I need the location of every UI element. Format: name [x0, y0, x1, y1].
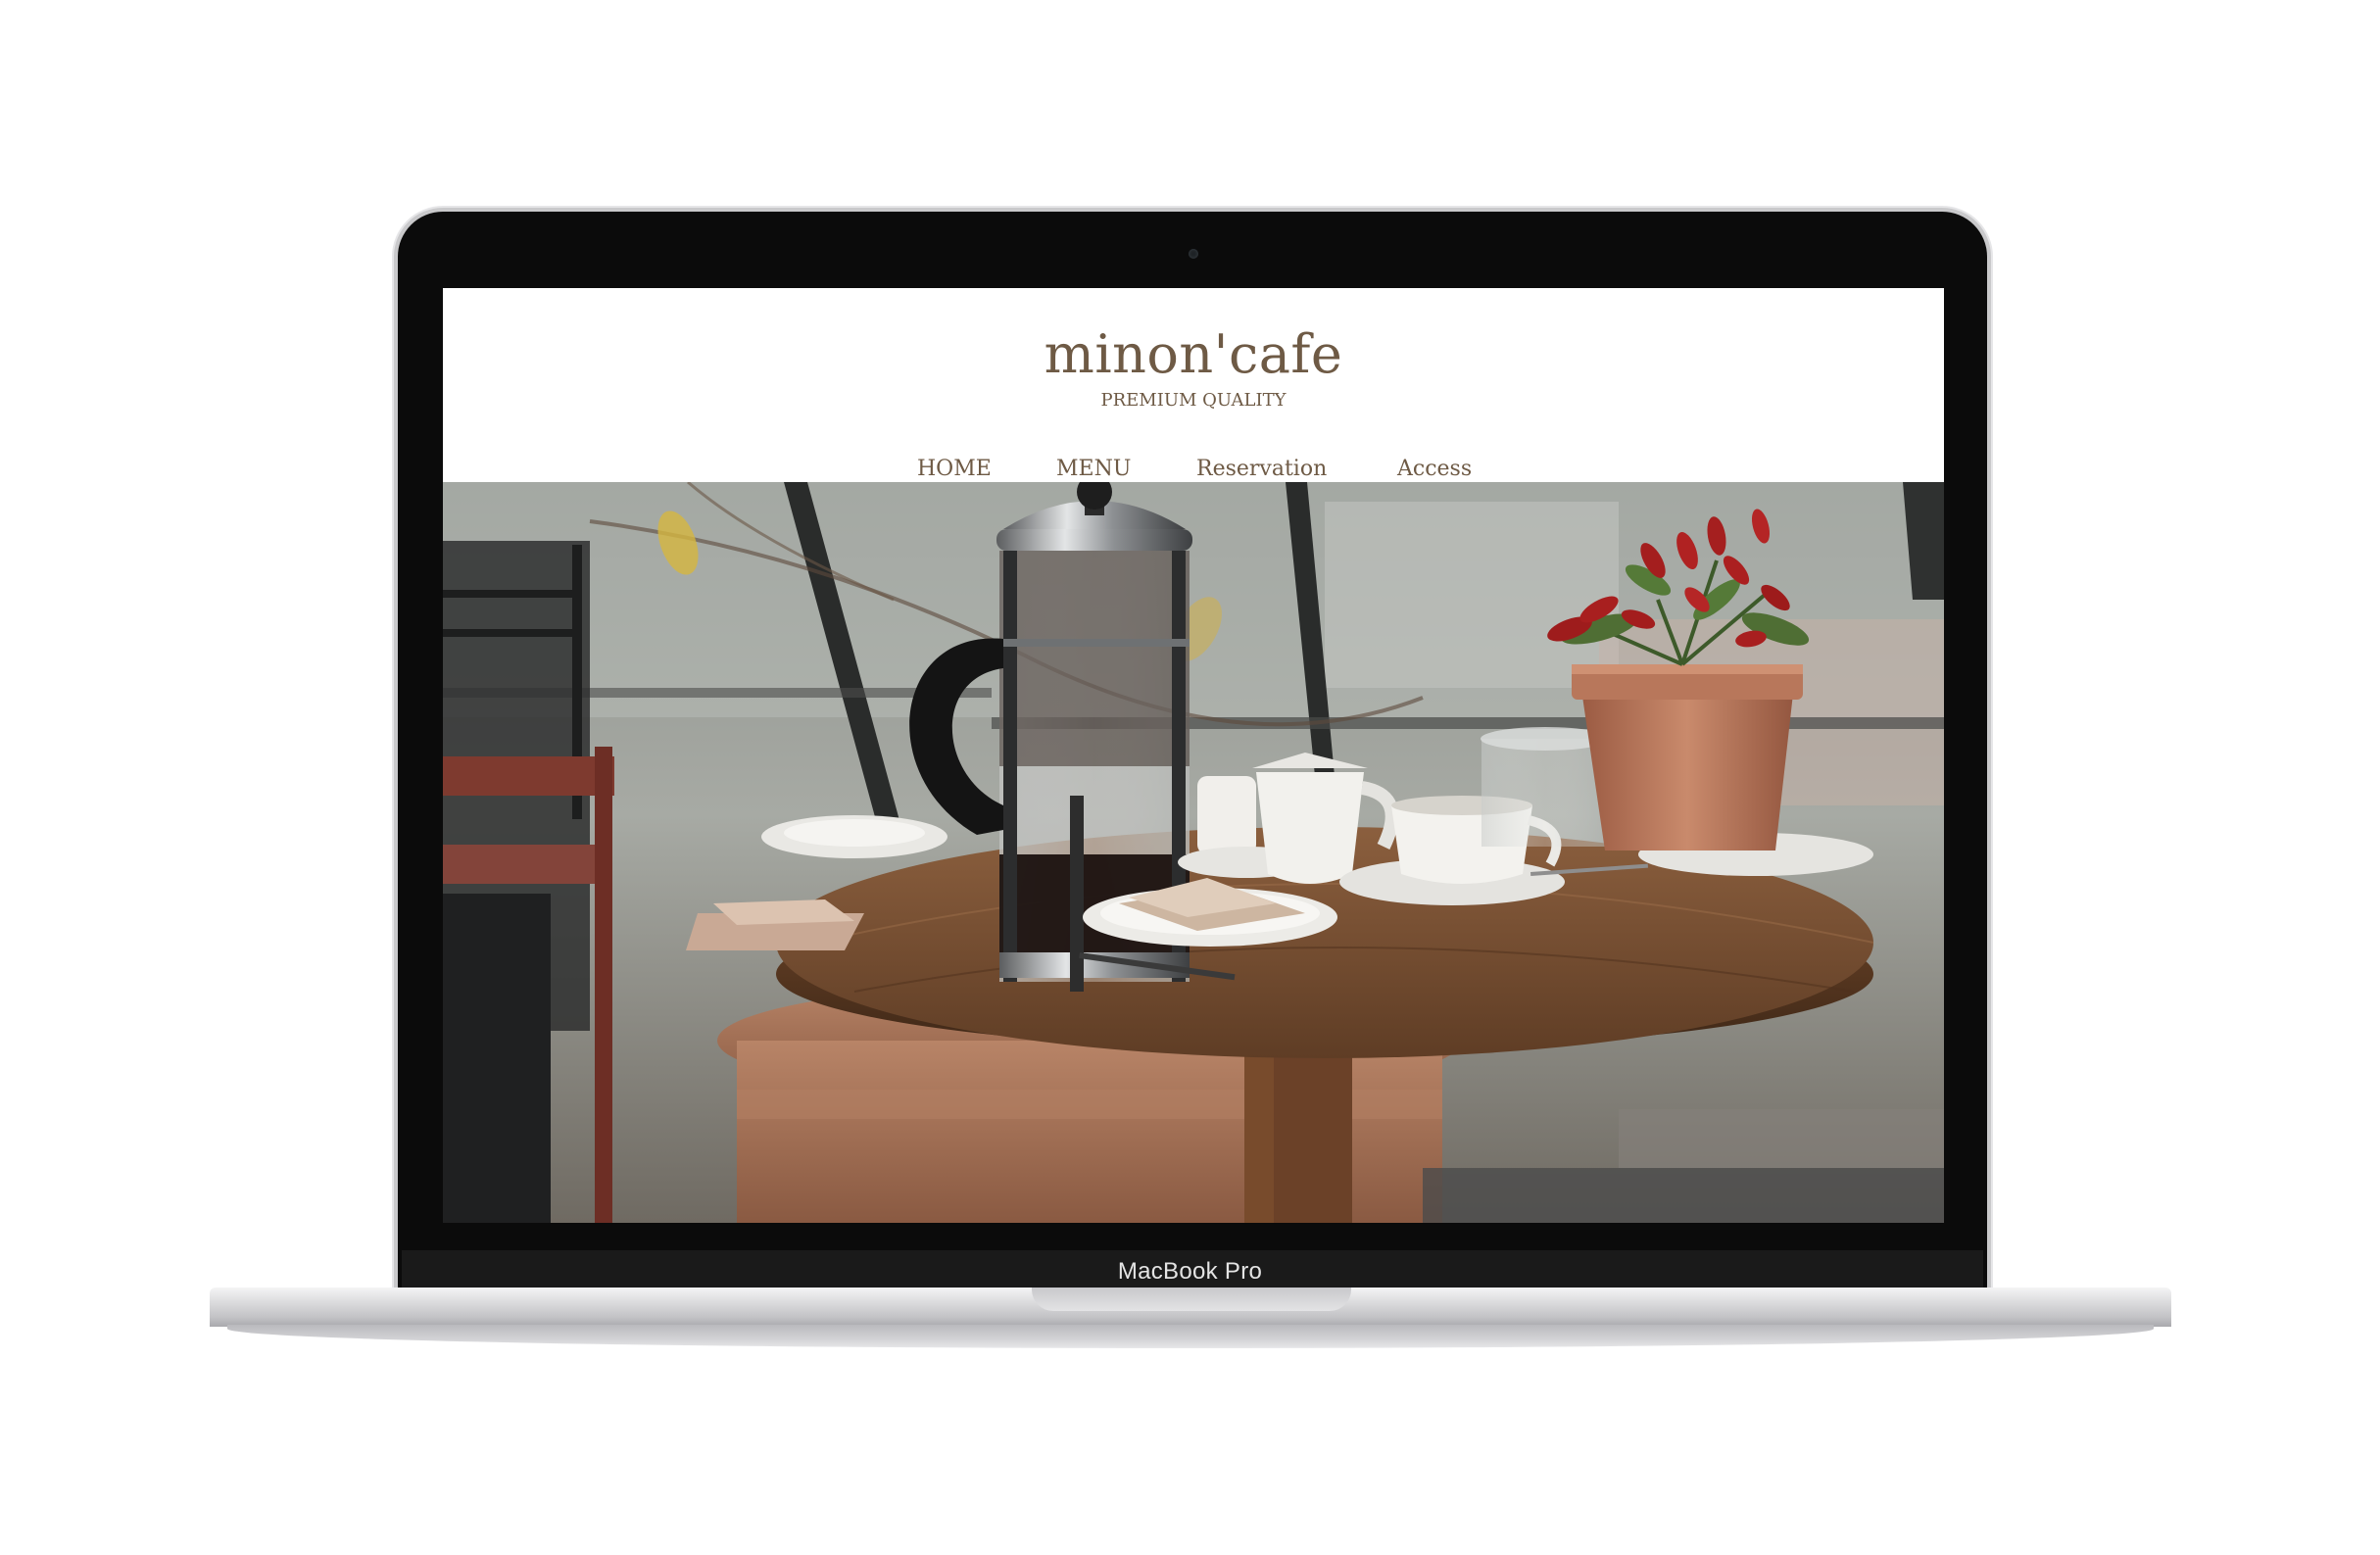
laptop-screen: minon'cafe PREMIUM QUALITY HOME MENU Res… [443, 288, 1944, 1223]
nav-item-reservation[interactable]: Reservation [1196, 457, 1327, 481]
camera-icon [1189, 249, 1198, 259]
nav-item-menu[interactable]: MENU [1056, 457, 1131, 481]
nav-item-home[interactable]: HOME [917, 457, 992, 481]
main-nav: HOME MENU Reservation Access [443, 457, 1944, 484]
laptop-opening-notch [1032, 1288, 1351, 1311]
hero-image [443, 482, 1944, 1223]
hero-photo [443, 482, 1944, 1223]
site-header: minon'cafe PREMIUM QUALITY HOME MENU Res… [443, 288, 1944, 482]
laptop-mockup: minon'cafe PREMIUM QUALITY HOME MENU Res… [0, 0, 2380, 1555]
nav-item-access[interactable]: Access [1397, 457, 1472, 481]
site-tagline: PREMIUM QUALITY [1100, 390, 1287, 411]
site-logo[interactable]: minon'cafe [443, 323, 1944, 385]
laptop-base-edge [227, 1325, 2154, 1348]
device-model-label: MacBook Pro [1117, 1258, 1263, 1285]
